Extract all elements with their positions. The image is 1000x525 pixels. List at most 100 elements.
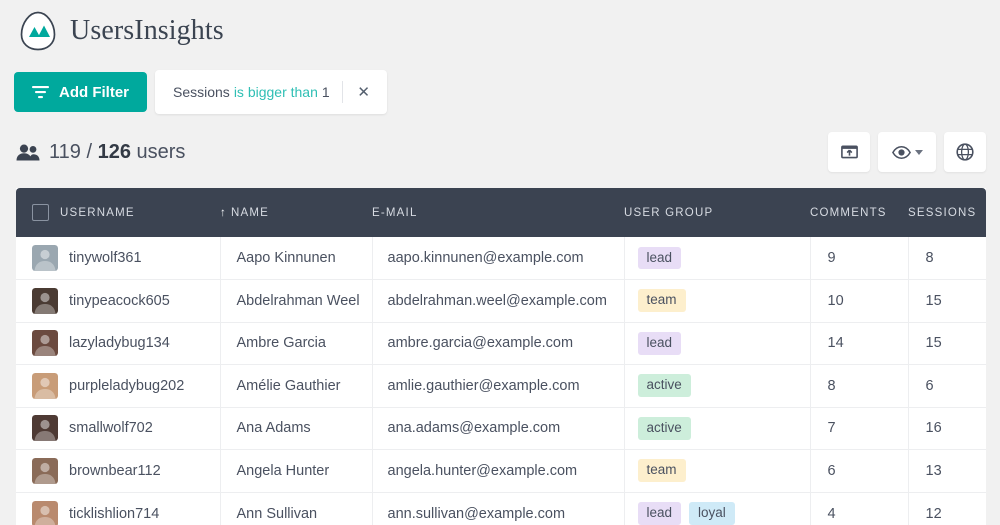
funnel-icon (32, 86, 49, 99)
cell-username: purpleladybug202 (16, 364, 221, 408)
chevron-down-icon (914, 149, 923, 155)
visible-count: 119 (49, 140, 81, 163)
cell-username: smallwolf702 (16, 407, 221, 450)
column-header-user-group[interactable]: USER GROUP (624, 188, 810, 237)
username-text: lazyladybug134 (69, 335, 170, 352)
close-icon[interactable]: ✕ (353, 81, 375, 103)
cell-sessions: 6 (908, 364, 986, 408)
column-header-sessions[interactable]: SESSIONS (908, 188, 986, 237)
table-row[interactable]: brownbear112 Angela Hunter angela.hunter… (16, 449, 986, 493)
cell-user-group: lead (624, 322, 811, 365)
globe-button[interactable] (944, 132, 986, 172)
globe-icon (956, 143, 974, 161)
filter-chip[interactable]: Sessions is bigger than 1 ✕ (155, 70, 387, 114)
export-button[interactable] (828, 132, 870, 172)
user-count-text: 119 / 126 users (49, 141, 185, 164)
column-header-email[interactable]: E-MAIL (372, 188, 624, 237)
table-row[interactable]: purpleladybug202 Amélie Gauthier amlie.g… (16, 364, 986, 408)
cell-user-group: active (624, 364, 811, 408)
add-filter-label: Add Filter (59, 83, 129, 101)
column-label-name: NAME (230, 206, 269, 219)
cell-sessions: 15 (908, 322, 986, 365)
cell-comments: 14 (810, 322, 909, 365)
divider (341, 81, 343, 103)
avatar (32, 372, 58, 399)
app-title: UsersInsights (70, 15, 224, 46)
username-text: tinypeacock605 (69, 292, 170, 309)
status-badge[interactable]: loyal (689, 502, 735, 525)
cell-name: Amélie Gauthier (220, 364, 373, 408)
cell-user-group: lead loyal (624, 492, 811, 525)
cell-username: lazyladybug134 (16, 322, 221, 365)
status-badge[interactable]: lead (637, 246, 682, 270)
column-label-sessions: SESSIONS (908, 206, 977, 219)
cell-email: angela.hunter@example.com (372, 449, 625, 493)
cell-email: ambre.garcia@example.com (372, 322, 625, 365)
status-badge[interactable]: active (637, 416, 691, 440)
status-badge[interactable]: team (637, 459, 686, 483)
people-icon (16, 144, 40, 160)
cell-comments: 8 (810, 364, 909, 408)
count-suffix: users (136, 140, 186, 163)
avatar (32, 287, 58, 314)
app-header: UsersInsights (0, 0, 1000, 56)
users-table: USERNAME ↑ NAME E-MAIL USER GROUP COMMENT… (16, 188, 986, 525)
user-count: 119 / 126 users (16, 141, 185, 164)
cell-name: Angela Hunter (220, 449, 373, 493)
cell-comments: 9 (810, 237, 909, 280)
filter-toolbar: Add Filter Sessions is bigger than 1 ✕ (0, 56, 1000, 114)
cell-user-group: team (624, 449, 811, 493)
table-row[interactable]: tinypeacock605 Abdelrahman Weel abdelrah… (16, 279, 986, 323)
username-text: ticklishlion714 (69, 505, 160, 522)
status-badge[interactable]: lead (637, 331, 682, 355)
cell-username: ticklishlion714 (16, 492, 221, 525)
filter-chip-field: Sessions (173, 84, 230, 100)
column-header-name[interactable]: ↑ NAME (220, 188, 372, 237)
mountain-logo-icon (20, 11, 56, 51)
cell-sessions: 8 (908, 237, 986, 280)
avatar (32, 415, 58, 442)
cell-user-group: lead (624, 237, 811, 280)
table-row[interactable]: tinywolf361 Aapo Kinnunen aapo.kinnunen@… (16, 237, 986, 280)
cell-name: Ana Adams (220, 407, 373, 450)
cell-email: amlie.gauthier@example.com (372, 364, 625, 408)
cell-username: brownbear112 (16, 449, 221, 493)
status-badge[interactable]: team (637, 289, 686, 313)
action-buttons (828, 132, 986, 172)
cell-sessions: 12 (925, 505, 942, 522)
cell-user-group: active (624, 407, 811, 450)
column-header-comments[interactable]: COMMENTS (810, 188, 908, 237)
table-header-row: USERNAME ↑ NAME E-MAIL USER GROUP COMMENT… (16, 188, 986, 237)
table-row[interactable]: lazyladybug134 Ambre Garcia ambre.garcia… (16, 322, 986, 365)
users-table-body: tinywolf361 Aapo Kinnunen aapo.kinnunen@… (16, 237, 986, 525)
total-count: 126 (97, 140, 131, 163)
column-header-username[interactable]: USERNAME (16, 188, 220, 237)
cell-comments: 4 (810, 492, 909, 525)
avatar (32, 245, 58, 271)
cell-user-group: team (624, 279, 811, 323)
filter-chip-operator: is bigger than (233, 84, 318, 100)
status-badge[interactable]: lead (637, 502, 682, 525)
sort-ascending-icon: ↑ (220, 206, 227, 219)
avatar (32, 330, 58, 357)
table-row[interactable]: smallwolf702 Ana Adams ana.adams@example… (16, 407, 986, 450)
cell-email: abdelrahman.weel@example.com (372, 279, 625, 323)
column-label-email: E-MAIL (372, 206, 418, 219)
add-filter-button[interactable]: Add Filter (14, 72, 147, 112)
table-row[interactable]: ticklishlion714 Ann Sullivan ann.sulliva… (16, 492, 986, 525)
summary-toolbar: 119 / 126 users (0, 114, 1000, 172)
status-badge[interactable]: active (637, 374, 691, 398)
visibility-button[interactable] (878, 132, 936, 172)
cell-sessions: 13 (908, 449, 986, 493)
cell-sessions: 16 (908, 407, 986, 450)
cell-name: Ambre Garcia (220, 322, 373, 365)
column-label-username: USERNAME (60, 206, 135, 219)
cell-comments: 6 (810, 449, 909, 493)
select-all-checkbox[interactable] (32, 204, 49, 221)
cell-email: ann.sullivan@example.com (372, 492, 625, 525)
cell-email: ana.adams@example.com (372, 407, 625, 450)
username-text: purpleladybug202 (69, 377, 185, 394)
username-text: brownbear112 (69, 462, 161, 479)
cell-name: Abdelrahman Weel (220, 279, 373, 323)
cell-username: tinywolf361 (16, 237, 221, 280)
